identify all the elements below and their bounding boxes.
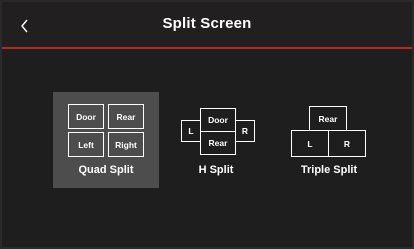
cell-left: Left: [68, 132, 104, 157]
cell-r: R: [328, 130, 366, 157]
h-split-option[interactable]: L Door Rear R H Split: [163, 92, 269, 188]
quad-split-label: Quad Split: [78, 164, 134, 176]
triple-split-option[interactable]: Rear L R Triple Split: [276, 92, 382, 188]
cell-rear: Rear: [200, 131, 236, 155]
quad-split-option[interactable]: Door Rear Left Right Quad Split: [53, 92, 159, 188]
h-split-label: H Split: [198, 164, 234, 176]
cell-right: Right: [108, 132, 144, 157]
cell-l: L: [291, 130, 329, 157]
cell-door: Door: [68, 104, 104, 129]
cell-rear: Rear: [108, 104, 144, 129]
page-title: Split Screen: [162, 15, 252, 32]
cell-l: L: [181, 120, 201, 142]
split-screen-page: Split Screen Door Rear Left Right Quad S…: [0, 0, 414, 249]
triple-split-label: Triple Split: [300, 164, 358, 176]
cell-rear: Rear: [309, 106, 347, 131]
header-divider: [2, 47, 412, 49]
cell-door: Door: [200, 108, 236, 132]
header-bar: Split Screen: [2, 2, 412, 47]
cell-r: R: [235, 120, 255, 142]
